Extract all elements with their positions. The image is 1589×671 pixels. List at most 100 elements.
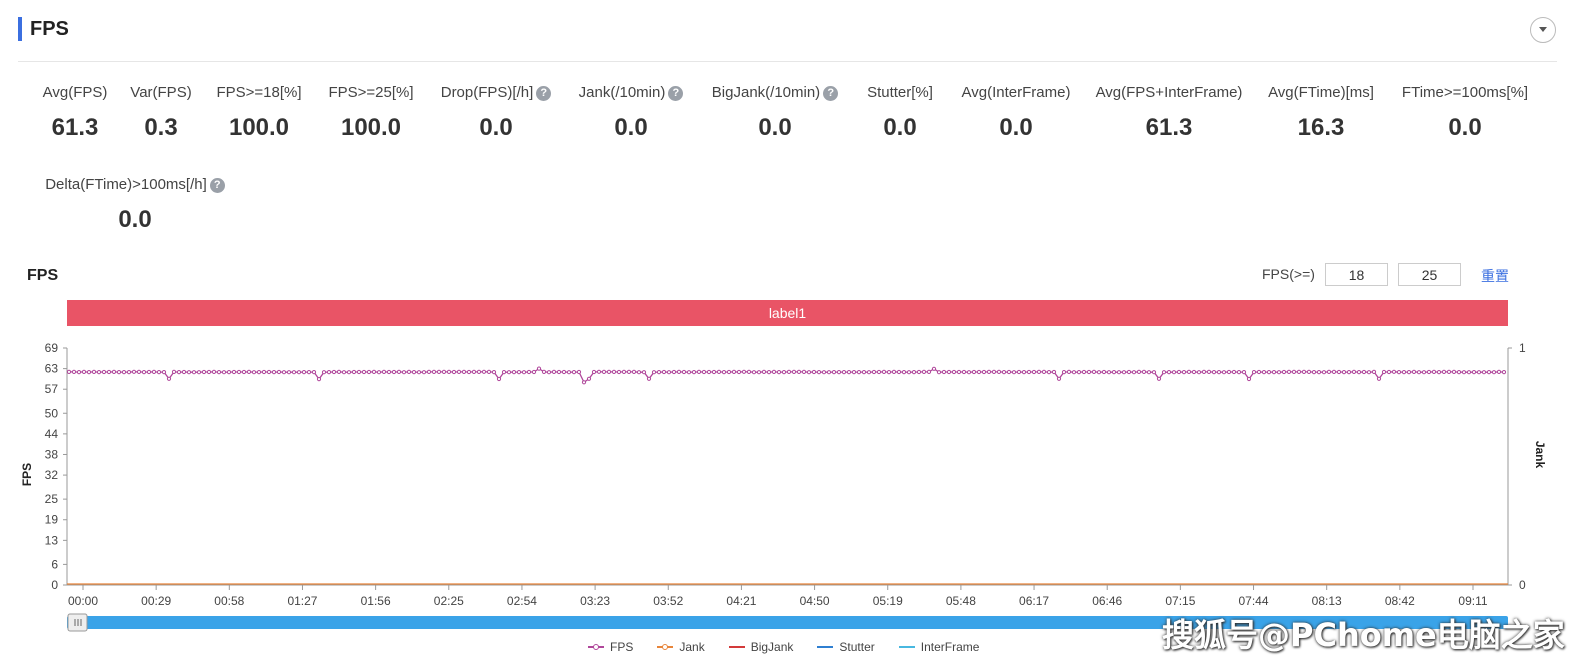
fps-threshold-input-1[interactable] <box>1325 263 1388 286</box>
fps-point <box>1057 377 1060 380</box>
fps-point <box>617 370 620 373</box>
fps-point <box>957 370 960 373</box>
fps-threshold-input-2[interactable] <box>1398 263 1461 286</box>
fps-point <box>892 370 895 373</box>
fps-point <box>1297 370 1300 373</box>
fps-point <box>187 371 190 374</box>
fps-point <box>377 371 380 374</box>
fps-point <box>1237 371 1240 374</box>
fps-point <box>87 371 90 374</box>
fps-point <box>1472 371 1475 374</box>
divider <box>18 61 1557 62</box>
fps-point <box>272 371 275 374</box>
legend-item-fps[interactable]: FPS <box>588 640 633 654</box>
fps-point <box>1312 371 1315 374</box>
fps-point <box>1182 371 1185 374</box>
fps-point <box>427 370 430 373</box>
fps-point <box>787 370 790 373</box>
chevron-down-icon <box>1538 26 1548 34</box>
fps-point <box>562 370 565 373</box>
fps-point <box>692 371 695 374</box>
fps-point <box>497 377 500 380</box>
fps-point <box>762 370 765 373</box>
fps-point <box>1207 370 1210 373</box>
fps-point <box>77 371 80 374</box>
fps-point <box>1127 370 1130 373</box>
fps-point <box>802 370 805 373</box>
fps-point <box>197 371 200 374</box>
fps-point <box>917 370 920 373</box>
fps-point <box>622 370 625 373</box>
fps-point <box>1092 370 1095 373</box>
x-tick-label: 01:56 <box>361 594 391 608</box>
reset-link[interactable]: 重置 <box>1481 266 1509 286</box>
fps-point <box>922 370 925 373</box>
fps-point <box>92 370 95 373</box>
fps-point <box>872 370 875 373</box>
fps-point <box>607 370 610 373</box>
fps-point <box>267 370 270 373</box>
fps-point <box>312 371 315 374</box>
fps-point <box>1172 371 1175 374</box>
fps-point <box>1262 371 1265 374</box>
fps-point <box>1357 371 1360 374</box>
fps-point <box>1217 371 1220 374</box>
x-tick-label: 02:54 <box>507 594 537 608</box>
fps-point <box>1342 371 1345 374</box>
fps-point <box>1422 371 1425 374</box>
metric-value: 0.0 <box>25 206 245 234</box>
fps-point <box>1477 371 1480 374</box>
fps-point <box>827 371 830 374</box>
help-icon[interactable]: ? <box>210 178 225 193</box>
fps-point <box>507 371 510 374</box>
fps-point <box>487 370 490 373</box>
fps-point <box>1187 370 1190 373</box>
fps-point <box>937 371 940 374</box>
fps-point <box>842 371 845 374</box>
fps-point <box>647 377 650 380</box>
fps-point <box>687 371 690 374</box>
legend-item-bigjank[interactable]: BigJank <box>729 640 794 654</box>
fps-point <box>407 370 410 373</box>
fps-point <box>1337 370 1340 373</box>
fps-point <box>132 370 135 373</box>
fps-point <box>782 371 785 374</box>
legend-item-stutter[interactable]: Stutter <box>817 640 874 654</box>
fps-point <box>1102 370 1105 373</box>
x-tick-label: 04:21 <box>726 594 756 608</box>
fps-point <box>1332 370 1335 373</box>
chart-title: FPS <box>27 267 58 285</box>
fps-point <box>227 371 230 374</box>
y-tick-label: 44 <box>45 427 59 441</box>
fps-point <box>1402 371 1405 374</box>
fps-point <box>1087 370 1090 373</box>
fps-point <box>652 371 655 374</box>
x-tick-label: 00:29 <box>141 594 171 608</box>
collapse-button[interactable] <box>1530 17 1556 43</box>
fps-point <box>967 371 970 374</box>
y2-axis-title: Jank <box>1533 441 1547 469</box>
fps-point <box>1372 370 1375 373</box>
fps-point <box>877 370 880 373</box>
fps-point <box>1497 370 1500 373</box>
fps-point <box>772 370 775 373</box>
fps-point <box>612 370 615 373</box>
fps-point <box>1467 371 1470 374</box>
fps-point <box>342 371 345 374</box>
fps-point <box>337 370 340 373</box>
fps-point <box>182 370 185 373</box>
y2-tick-label: 0 <box>1519 578 1526 592</box>
fps-point <box>1352 370 1355 373</box>
fps-point <box>1407 371 1410 374</box>
fps-point <box>1317 371 1320 374</box>
fps-point <box>657 371 660 374</box>
fps-point <box>247 370 250 373</box>
y-tick-label: 50 <box>45 406 59 420</box>
legend-swatch <box>729 643 745 651</box>
legend-item-jank[interactable]: Jank <box>657 640 704 654</box>
fps-point <box>302 371 305 374</box>
fps-point <box>1162 371 1165 374</box>
legend-swatch <box>899 643 915 651</box>
fps-point <box>797 370 800 373</box>
legend-item-interframe[interactable]: InterFrame <box>899 640 980 654</box>
